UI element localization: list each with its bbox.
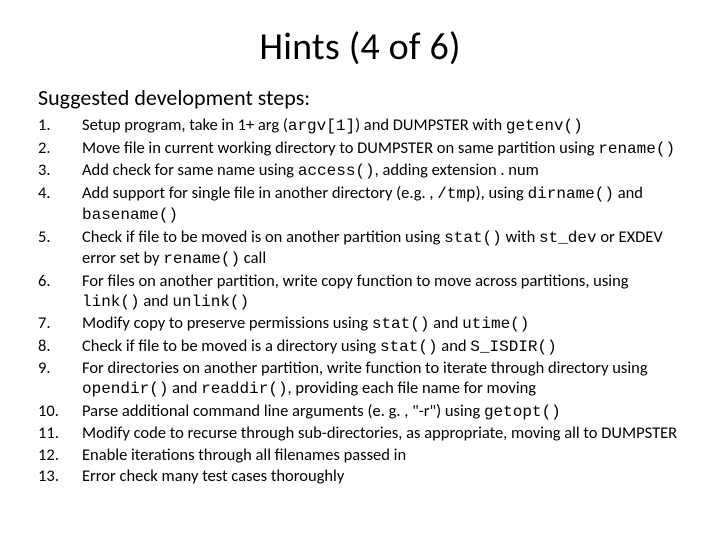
steps-list: Setup program, take in 1+ arg (argv[1]) … [38,115,682,486]
list-item: Move file in current working directory t… [82,138,682,160]
code-token: utime() [462,315,529,333]
code-token: rename() [598,140,675,158]
text-run: Parse additional command line arguments … [82,401,484,421]
list-item: Check if file to be moved is a directory… [82,336,682,358]
text-run: Check if file to be moved is on another … [82,227,444,247]
text-run: Enable iterations through all filenames … [82,445,406,465]
text-run: call [240,248,266,268]
list-item: Modify copy to preserve permissions usin… [82,313,682,335]
list-item: Parse additional command line arguments … [82,401,682,423]
text-run: Modify code to recurse through sub-direc… [82,423,677,443]
code-token: S_ISDIR() [470,338,556,356]
text-run: and [429,313,462,333]
text-run: Check if file to be moved is a directory… [82,336,380,356]
code-token: getenv() [506,117,583,135]
code-token: stat() [380,338,438,356]
text-run: and [614,183,643,203]
list-item: Error check many test cases thoroughly [82,466,682,486]
code-token: stat() [372,315,430,333]
code-token: opendir() [82,380,168,398]
text-run: Setup program, take in 1+ arg ( [82,115,288,135]
code-token: basename() [82,206,178,224]
slide-title: Hints (4 of 6) [38,24,682,70]
code-token: readdir() [201,380,287,398]
text-run: and [168,378,201,398]
text-run: and [140,291,173,311]
code-token: stat() [444,229,502,247]
list-item: Setup program, take in 1+ arg (argv[1]) … [82,115,682,137]
text-run: Move file in current working directory t… [82,138,598,158]
text-run: For files on another partition, write co… [82,271,629,291]
code-token: st_dev [539,229,597,247]
text-run: , providing each file name for moving [288,378,537,398]
code-token: rename() [163,250,240,268]
code-token: link() [82,293,140,311]
code-token: dirname() [528,185,614,203]
code-token: /tmp [437,185,475,203]
text-run: Modify copy to preserve permissions usin… [82,313,372,333]
text-run: , adding extension . num [375,160,539,180]
text-run: ) and DUMPSTER with [355,115,506,135]
code-token: access() [298,162,375,180]
text-run: For directories on another partition, wr… [82,358,648,378]
text-run: ), using [476,183,528,203]
list-item: For files on another partition, write co… [82,271,682,313]
code-token: argv[1] [288,117,355,135]
list-item: Add support for single file in another d… [82,183,682,226]
list-item: For directories on another partition, wr… [82,358,682,400]
list-item: Check if file to be moved is on another … [82,227,682,270]
list-item: Modify code to recurse through sub-direc… [82,423,682,443]
list-item: Enable iterations through all filenames … [82,445,682,465]
code-token: unlink() [172,293,249,311]
code-token: getopt() [484,403,561,421]
text-run: Add check for same name using [82,160,298,180]
slide: Hints (4 of 6) Suggested development ste… [0,0,720,540]
text-run: Error check many test cases thoroughly [82,466,344,486]
text-run: with [502,227,539,247]
text-run: Add support for single file in another d… [82,183,437,203]
list-item: Add check for same name using access(), … [82,160,682,182]
subheading: Suggested development steps: [38,84,682,111]
text-run: and [438,336,471,356]
